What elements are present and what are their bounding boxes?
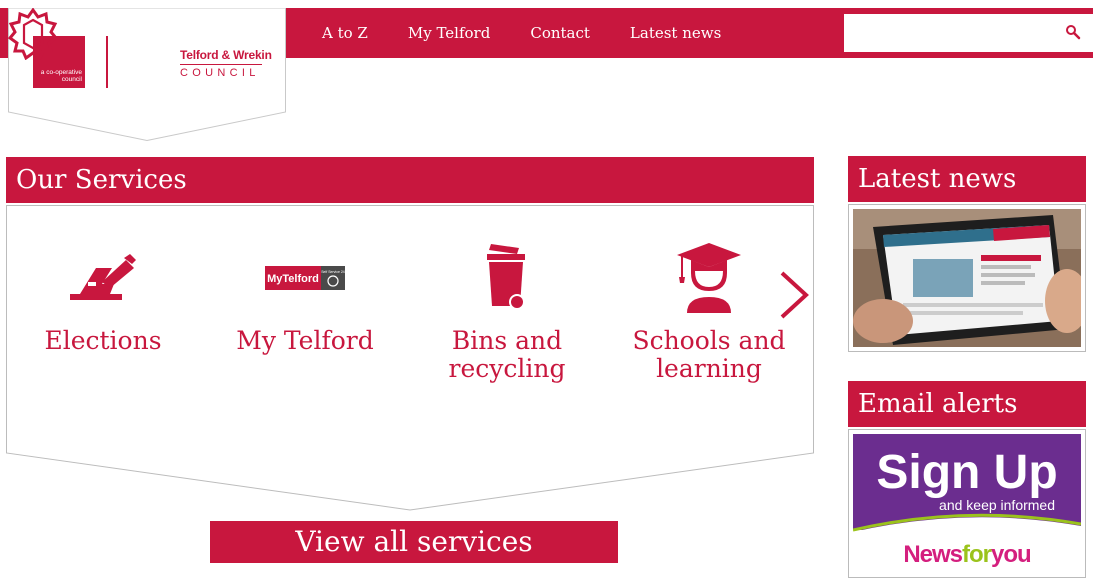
- view-all-services-button[interactable]: View all services: [210, 521, 618, 563]
- service-label: Elections: [44, 326, 162, 355]
- nav-latest-news[interactable]: Latest news: [630, 24, 721, 42]
- logo-divider: [106, 36, 108, 88]
- service-icon-wrap: [8, 240, 198, 315]
- search-icon[interactable]: [1065, 24, 1081, 40]
- graduate-icon: [677, 242, 741, 313]
- wheelie-bin-icon: [487, 243, 525, 310]
- search-box: [844, 14, 1093, 52]
- service-icon-wrap: [412, 240, 602, 315]
- email-alerts-heading: Email alerts: [848, 381, 1086, 427]
- ballot-icon: [70, 253, 136, 300]
- council-name: Telford & Wrekin: [180, 48, 272, 62]
- chevron-right-icon[interactable]: [776, 269, 812, 321]
- services-panel: Elections MyTelford Self Service 24 My T…: [6, 205, 814, 515]
- nav-contact[interactable]: Contact: [530, 24, 590, 42]
- main-nav: A to Z My Telford Contact Latest news: [302, 8, 741, 58]
- signup-banner: Sign Up and keep informed Newsforyou: [853, 434, 1081, 573]
- mytelford-logo-icon: MyTelford Self Service 24: [265, 265, 345, 290]
- service-label: Schools and learning: [632, 326, 786, 383]
- tablet-newsletter-image: [853, 209, 1089, 347]
- email-alerts-signup-image[interactable]: Sign Up and keep informed Newsforyou: [848, 429, 1086, 578]
- service-elections[interactable]: Elections: [8, 240, 198, 355]
- our-services-heading: Our Services: [6, 157, 814, 203]
- council-word: COUNCIL: [180, 67, 260, 79]
- service-bins-recycling[interactable]: Bins and recycling: [412, 240, 602, 383]
- mytelford-badge-sub: Self Service 24: [321, 270, 345, 274]
- signup-banner-graphic: Sign Up and keep informed Newsforyou: [853, 434, 1081, 573]
- latest-news-image[interactable]: [848, 204, 1089, 352]
- service-label: My Telford: [236, 326, 374, 355]
- nav-my-telford[interactable]: My Telford: [408, 24, 490, 42]
- service-label: Bins and recycling: [448, 326, 566, 383]
- council-emblem-icon: [8, 8, 58, 60]
- latest-news-heading: Latest news: [848, 156, 1086, 202]
- service-my-telford[interactable]: MyTelford Self Service 24 My Telford: [210, 240, 400, 355]
- signup-title: Sign Up: [876, 446, 1057, 499]
- mytelford-badge-text: MyTelford: [267, 273, 319, 285]
- council-name-rule: [180, 64, 262, 65]
- newsforyou-wordmark: Newsforyou: [903, 541, 1031, 568]
- signup-subtitle: and keep informed: [939, 497, 1055, 513]
- service-icon-wrap: MyTelford Self Service 24: [210, 240, 400, 315]
- coop-badge-label: a co-operative council: [40, 69, 82, 83]
- council-logo[interactable]: a co-operative council Telford & Wrekin …: [8, 8, 286, 141]
- nav-a-to-z[interactable]: A to Z: [322, 24, 368, 42]
- search-input[interactable]: [850, 14, 1060, 50]
